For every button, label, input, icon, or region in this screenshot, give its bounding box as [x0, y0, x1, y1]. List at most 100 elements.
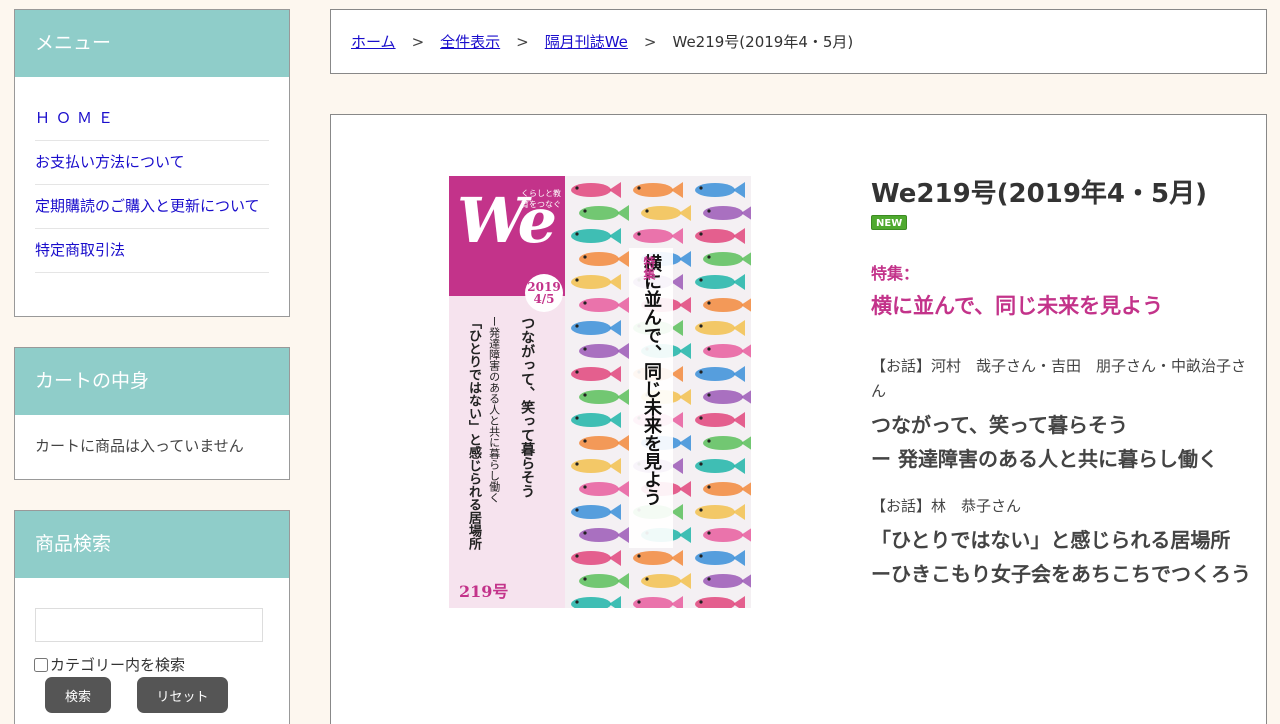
- fish-shape: [571, 458, 621, 474]
- cover-date-badge: 2019 4/5: [525, 274, 563, 312]
- menu-link-subscription[interactable]: 定期購読のご購入と更新について: [35, 197, 260, 215]
- fish-shape: [703, 482, 751, 496]
- talk1-speakers: 【お話】河村 哉子さん・吉田 朋子さん・中畝治子さん: [871, 357, 1247, 400]
- cover-story2-title: 「ひとりではない」と感じられる居場所: [465, 316, 481, 550]
- fish-shape: [579, 343, 629, 359]
- menu-list: ＨＯＭＥ お支払い方法について 定期購読のご購入と更新について 特定商取引法: [15, 77, 289, 273]
- cover-story1-sub: ー発達障害のある人と共に暮らし働く: [487, 316, 501, 503]
- search-button[interactable]: 検索: [45, 677, 111, 713]
- fish-shape: [703, 436, 751, 450]
- search-widget: 商品検索 カテゴリー内を検索 検索 リセット: [14, 510, 290, 724]
- fish-shape: [579, 527, 629, 543]
- fish-shape: [579, 481, 629, 497]
- fish-shape: [633, 550, 683, 566]
- fish-shape: [703, 206, 751, 220]
- product-panel: We くらしと教育をつなぐ 2019 4/5 つながって、笑って暮らそう ー発達…: [330, 114, 1267, 724]
- feature-label: 特集：: [871, 264, 920, 283]
- talk2-speakers: 【お話】林 恭子さん: [871, 497, 1022, 515]
- category-search-label: カテゴリー内を検索: [50, 656, 186, 674]
- cart-title: カートの中身: [15, 348, 289, 415]
- talk2-title: 「ひとりではない」と感じられる居場所 ーひきこもり女子会をあちこちでつくろう: [871, 523, 1251, 591]
- breadcrumb-separator: >: [516, 32, 529, 51]
- menu-widget: メニュー ＨＯＭＥ お支払い方法について 定期購読のご購入と更新について 特定商…: [14, 9, 290, 317]
- product-info: We219号(2019年4・5月) NEW 特集： 横に並んで、同じ未来を見よう…: [871, 177, 1251, 591]
- talk2-title-line1: 「ひとりではない」と感じられる居場所: [871, 528, 1231, 552]
- talk1-title: つながって、笑って暮らそう ー 発達障害のある人と共に暮らし働く: [871, 408, 1251, 476]
- fish-shape: [695, 320, 745, 336]
- breadcrumb-separator: >: [411, 32, 425, 51]
- search-input[interactable]: [35, 608, 263, 642]
- talk1-title-line2: ー 発達障害のある人と共に暮らし働く: [871, 447, 1218, 471]
- fish-shape: [641, 573, 691, 589]
- fish-shape: [571, 550, 621, 566]
- fish-shape: [579, 389, 629, 405]
- fish-shape: [571, 320, 621, 336]
- fish-shape: [703, 252, 751, 266]
- reset-button[interactable]: リセット: [137, 677, 228, 713]
- category-search-checkbox[interactable]: [34, 657, 48, 672]
- breadcrumb-category[interactable]: 隔月刊誌We: [545, 31, 628, 52]
- fish-shape: [695, 458, 745, 474]
- menu-item-home: ＨＯＭＥ: [35, 97, 269, 141]
- product-cover-image[interactable]: We くらしと教育をつなぐ 2019 4/5 つながって、笑って暮らそう ー発達…: [449, 176, 751, 608]
- fish-shape: [571, 366, 621, 382]
- fish-shape: [695, 366, 745, 382]
- fish-shape: [579, 205, 629, 221]
- fish-shape: [633, 182, 683, 198]
- fish-shape: [633, 228, 683, 244]
- search-buttons: 検索 リセット: [45, 677, 269, 713]
- breadcrumb-current: We219号(2019年4・5月): [672, 33, 854, 51]
- fish-shape: [571, 182, 621, 198]
- fish-shape: [571, 228, 621, 244]
- category-search-option[interactable]: カテゴリー内を検索: [34, 654, 269, 675]
- fish-shape: [579, 297, 629, 313]
- fish-shape: [703, 298, 751, 312]
- fish-shape: [695, 228, 745, 244]
- menu-title: メニュー: [15, 10, 289, 77]
- menu-item-subscription: 定期購読のご購入と更新について: [35, 185, 269, 229]
- search-title: 商品検索: [15, 511, 289, 578]
- fish-shape: [571, 412, 621, 428]
- search-body: カテゴリー内を検索 検索 リセット: [15, 578, 289, 713]
- breadcrumb-separator: >: [643, 32, 657, 51]
- fish-shape: [571, 504, 621, 520]
- fish-shape: [641, 205, 691, 221]
- talk2-title-line2: ーひきこもり女子会をあちこちでつくろう: [871, 562, 1251, 586]
- cover-tagline: くらしと教育をつなぐ: [521, 189, 561, 209]
- fish-shape: [579, 435, 629, 451]
- fish-shape: [579, 251, 629, 267]
- menu-link-payment[interactable]: お支払い方法について: [35, 153, 185, 171]
- fish-shape: [703, 574, 751, 588]
- talk1-title-line1: つながって、笑って暮らそう: [871, 413, 1128, 437]
- fish-shape: [695, 182, 745, 198]
- cover-feature-label: 特集: [642, 256, 656, 280]
- menu-link-home[interactable]: ＨＯＭＥ: [35, 109, 119, 127]
- feature-title: 横に並んで、同じ未来を見よう: [871, 294, 1164, 318]
- fish-shape: [695, 412, 745, 428]
- cart-widget: カートの中身 カートに商品は入っていません: [14, 347, 290, 480]
- cover-headline: 横に並んで、同じ未来を見よう: [629, 248, 673, 548]
- fish-shape: [703, 344, 751, 358]
- cover-story1-title: つながって、笑って暮らそう: [519, 316, 536, 498]
- fish-shape: [703, 528, 751, 542]
- fish-shape: [633, 596, 683, 608]
- menu-item-payment: お支払い方法について: [35, 141, 269, 185]
- fish-shape: [579, 573, 629, 589]
- breadcrumb-all-items[interactable]: 全件表示: [440, 31, 500, 52]
- cover-fish-illustration: 横に並んで、同じ未来を見よう 特集: [565, 176, 751, 608]
- fish-shape: [571, 596, 621, 608]
- fish-shape: [695, 274, 745, 290]
- menu-item-legal: 特定商取引法: [35, 229, 269, 273]
- breadcrumb-home[interactable]: ホーム: [351, 31, 396, 52]
- breadcrumb: ホーム > 全件表示 > 隔月刊誌We > We219号(2019年4・5月): [330, 9, 1267, 74]
- cover-issue-number: 219号: [459, 582, 509, 601]
- menu-link-legal[interactable]: 特定商取引法: [35, 241, 125, 259]
- product-title: We219号(2019年4・5月): [871, 179, 1207, 209]
- fish-shape: [695, 504, 745, 520]
- cover-left-panel: We くらしと教育をつなぐ 2019 4/5 つながって、笑って暮らそう ー発達…: [449, 176, 565, 608]
- cart-empty-message: カートに商品は入っていません: [35, 437, 244, 455]
- fish-shape: [571, 274, 621, 290]
- fish-shape: [695, 596, 745, 608]
- fish-shape: [703, 390, 751, 404]
- new-badge: NEW: [871, 215, 908, 230]
